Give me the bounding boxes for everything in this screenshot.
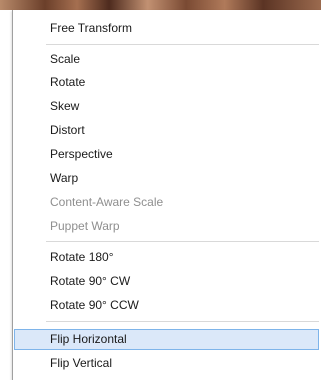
- menu-separator: [46, 241, 319, 242]
- transform-context-menu: Free Transform Scale Rotate Skew Distort…: [12, 10, 321, 380]
- background-photo-strip: [0, 0, 321, 10]
- menu-item-rotate[interactable]: Rotate: [14, 72, 319, 93]
- menu-item-skew[interactable]: Skew: [14, 96, 319, 117]
- menu-item-rotate-90-ccw[interactable]: Rotate 90° CCW: [14, 295, 319, 316]
- menu-item-content-aware-scale: Content-Aware Scale: [50, 195, 164, 209]
- menu-separator: [46, 321, 319, 322]
- menu-item-warp[interactable]: Warp: [14, 168, 319, 189]
- menu-item-distort[interactable]: Distort: [14, 120, 319, 141]
- menu-item-free-transform[interactable]: Free Transform: [14, 18, 319, 39]
- menu-item-perspective[interactable]: Perspective: [14, 144, 319, 165]
- menu-item-rotate-180[interactable]: Rotate 180°: [14, 247, 319, 268]
- menu-item-rotate-90-cw[interactable]: Rotate 90° CW: [14, 271, 319, 292]
- menu-item-flip-horizontal[interactable]: Flip Horizontal: [14, 329, 319, 350]
- menu-item-scale[interactable]: Scale: [14, 49, 319, 70]
- menu-item-puppet-warp: Puppet Warp: [50, 219, 120, 233]
- menu-item-flip-vertical[interactable]: Flip Vertical: [14, 353, 319, 374]
- menu-separator: [46, 44, 319, 45]
